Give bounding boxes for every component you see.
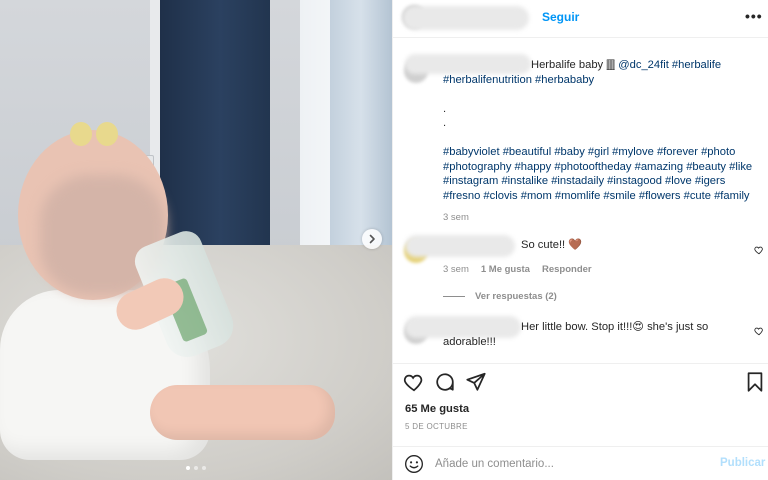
caption-hashtag-line[interactable]: #instagram #instalike #instadaily #insta… <box>443 174 761 189</box>
post-side-panel: Seguir ••• Herbalife baby 🀫 @dc_24fit #h… <box>392 0 768 480</box>
caption-hashtag-line[interactable]: #photography #happy #photooftheday #amaz… <box>443 160 761 175</box>
follow-button[interactable]: Seguir <box>542 10 579 24</box>
author-username-redacted[interactable] <box>403 6 529 30</box>
carousel-dot-active <box>186 466 190 470</box>
baby-leg <box>150 385 335 440</box>
comment-text: Her little bow. Stop it!!!😍 she's just s… <box>443 320 743 349</box>
caption-hashtag-line[interactable]: #fresno #clovis #mom #momlife #smile #fl… <box>443 189 761 204</box>
view-replies-label: Ver respuestas (2) <box>475 291 557 302</box>
post-photo[interactable] <box>0 0 392 480</box>
comment-text: So cute!! 🤎 <box>521 239 583 251</box>
caption-line-1: Herbalife baby 🀫 @dc_24fit #herbalife <box>443 58 761 73</box>
share-icon[interactable] <box>465 371 487 393</box>
post-date: 5 DE OCTUBRE <box>405 422 468 431</box>
chevron-right-icon <box>369 234 375 244</box>
publish-button[interactable]: Publicar <box>720 457 765 469</box>
view-replies-button[interactable]: Ver respuestas (2) <box>443 291 557 302</box>
comment-input[interactable] <box>435 455 705 473</box>
carousel-dots <box>0 466 392 470</box>
caption-hashtags-line[interactable]: #herbalifenutrition #herbababy <box>443 73 761 88</box>
hashtag-link[interactable]: #herbalife <box>672 59 721 71</box>
comment-text-line: Her little bow. Stop it!!!😍 she's just s… <box>521 321 709 333</box>
reply-button[interactable]: Responder <box>542 264 592 275</box>
carousel-next-button[interactable] <box>362 229 382 249</box>
caption-hashtag-line[interactable]: #babyviolet #beautiful #baby #girl #mylo… <box>443 145 761 160</box>
replies-divider <box>443 296 465 297</box>
comment-meta: 3 sem 1 Me gusta Responder <box>443 264 592 275</box>
heart-icon[interactable] <box>754 326 764 336</box>
likes-count[interactable]: 65 Me gusta <box>405 403 469 415</box>
carousel-dot <box>194 466 198 470</box>
emoji-icon[interactable] <box>404 454 424 474</box>
bookmark-icon[interactable] <box>744 371 766 393</box>
post-caption: Herbalife baby 🀫 @dc_24fit #herbalife #h… <box>443 58 761 226</box>
caption-intro-text: Herbalife baby 🀫 <box>531 59 619 71</box>
comment-icon[interactable] <box>434 371 456 393</box>
carousel-dot <box>202 466 206 470</box>
post-header: Seguir ••• <box>393 0 768 38</box>
comment-composer: Publicar <box>393 446 768 480</box>
caption-timestamp[interactable]: 3 sem <box>443 211 761 226</box>
hair-bow <box>70 122 120 148</box>
more-dots-icon[interactable]: ••• <box>745 8 763 24</box>
photo-door <box>160 0 270 255</box>
caption-dot: . <box>443 117 447 129</box>
heart-icon[interactable] <box>754 245 764 255</box>
caption-dot: . <box>443 102 447 115</box>
comment-text-line: adorable!!! <box>443 335 496 348</box>
comment-time[interactable]: 3 sem <box>443 264 469 275</box>
mention-link[interactable]: @dc_24fit <box>618 59 669 71</box>
heart-icon[interactable] <box>403 371 425 393</box>
comment-likes[interactable]: 1 Me gusta <box>481 264 530 275</box>
